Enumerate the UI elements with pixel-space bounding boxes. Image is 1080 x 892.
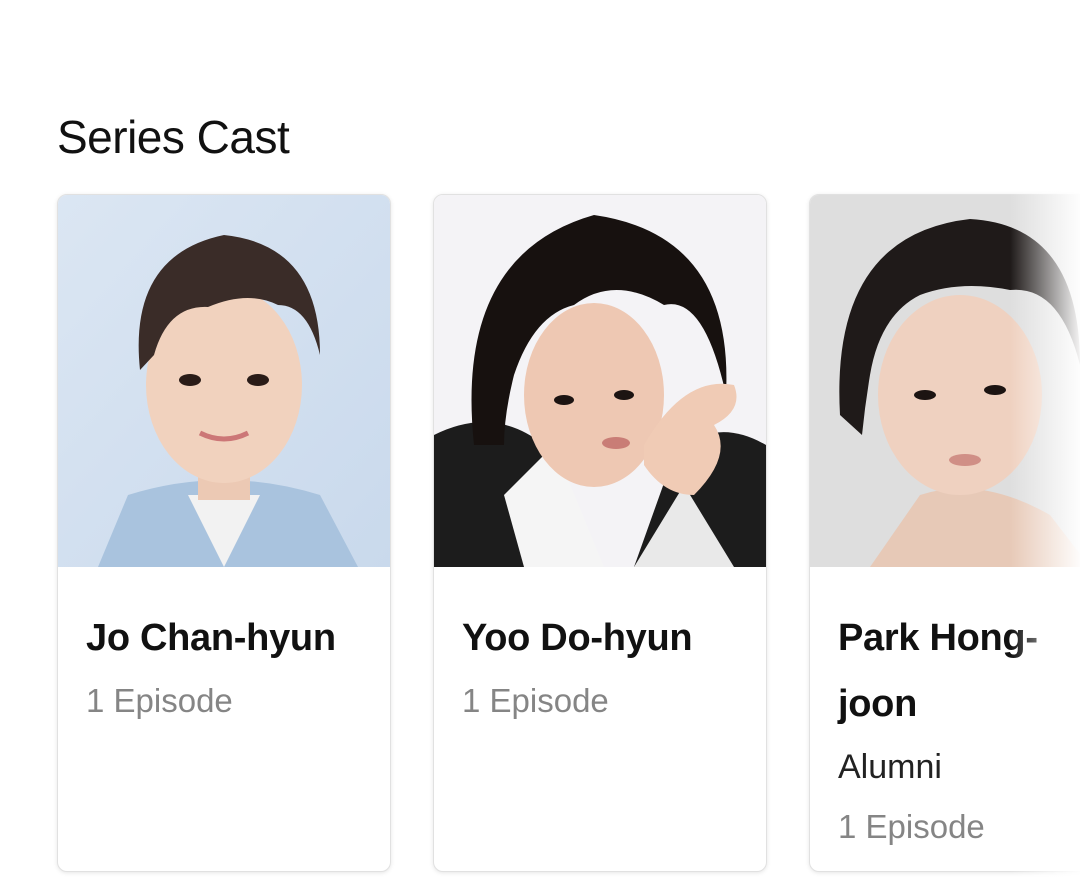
section-title: Series Cast [57,111,290,163]
episode-count: 1 Episode [838,808,985,845]
cast-card[interactable]: Park Hong-joon Alumni 1 Episode [809,194,1080,872]
cast-photo [810,195,1080,567]
actor-name[interactable]: Jo Chan-hyun [86,605,362,671]
cast-card-body: Park Hong-joon Alumni 1 Episode [810,567,1080,857]
cast-carousel[interactable]: Jo Chan-hyun 1 Episode Yoo Do-hyun 1 Epi… [57,194,1080,872]
actor-role: Alumni [838,748,942,786]
cast-photo [434,195,766,567]
cast-photo [58,195,390,567]
cast-card-body: Jo Chan-hyun 1 Episode [58,567,390,731]
series-cast-page: Series Cast Jo Chan-hyun 1 Episode Yoo D… [0,0,1080,892]
actor-name[interactable]: Yoo Do-hyun [462,605,738,671]
episode-count: 1 Episode [86,682,233,719]
cast-card[interactable]: Yoo Do-hyun 1 Episode [433,194,767,872]
cast-card-body: Yoo Do-hyun 1 Episode [434,567,766,731]
episode-count: 1 Episode [462,682,609,719]
cast-card[interactable]: Jo Chan-hyun 1 Episode [57,194,391,872]
actor-name[interactable]: Park Hong-joon [838,605,1080,737]
